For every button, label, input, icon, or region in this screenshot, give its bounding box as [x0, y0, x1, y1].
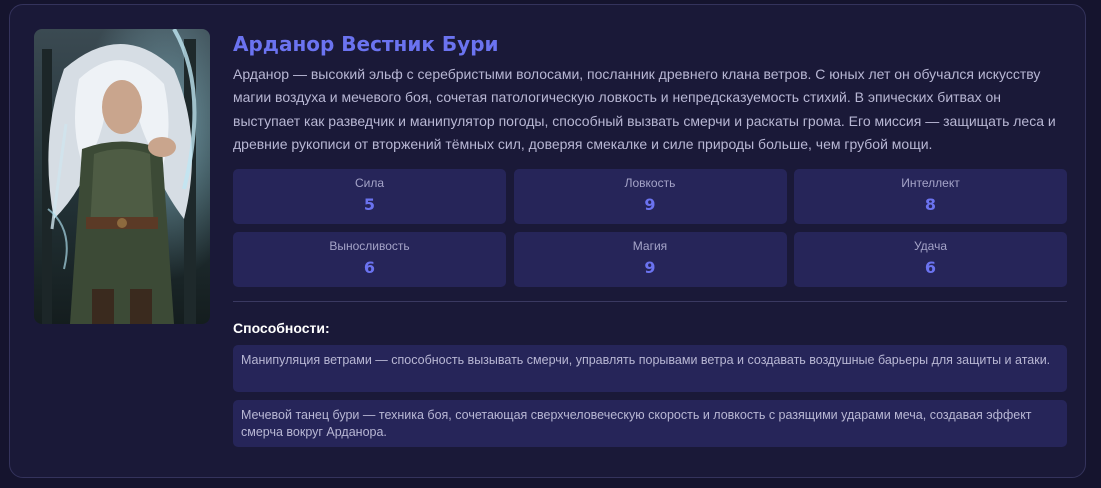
stats-grid: Сила 5 Ловкость 9 Интеллект 8 Выносливос…	[233, 169, 1067, 287]
ability-item: Мечевой танец бури — техника боя, сочета…	[233, 400, 1067, 447]
stat-luck: Удача 6	[794, 232, 1067, 287]
stat-value: 9	[644, 258, 656, 277]
stat-value: 5	[363, 195, 376, 214]
stat-value: 6	[924, 258, 937, 277]
stat-strength: Сила 5	[233, 169, 506, 224]
stat-value: 8	[924, 195, 937, 214]
ability-item: Манипуляция ветрами — способность вызыва…	[233, 345, 1067, 392]
character-info: Арданор Вестник Бури Арданор — высокий э…	[233, 29, 1067, 447]
stat-endurance: Выносливость 6	[233, 232, 506, 287]
stat-magic: Магия 9	[513, 232, 787, 287]
character-name: Арданор Вестник Бури	[233, 32, 499, 56]
abilities-list: Манипуляция ветрами — способность вызыва…	[233, 345, 1067, 455]
abilities-heading: Способности:	[233, 320, 330, 336]
stat-label: Интеллект	[901, 176, 960, 190]
stat-label: Выносливость	[329, 239, 410, 253]
stat-intellect: Интеллект 8	[794, 169, 1067, 224]
stat-label: Сила	[354, 176, 385, 190]
stat-value: 9	[644, 195, 656, 214]
character-description: Арданор — высокий эльф с серебристыми во…	[233, 66, 1056, 152]
stat-label: Удача	[913, 239, 948, 253]
stat-agility: Ловкость 9	[513, 169, 787, 224]
character-portrait	[34, 29, 210, 324]
stat-label: Магия	[632, 239, 668, 253]
stat-label: Ловкость	[624, 176, 676, 190]
section-divider	[233, 301, 1067, 302]
stat-value: 6	[363, 258, 376, 277]
